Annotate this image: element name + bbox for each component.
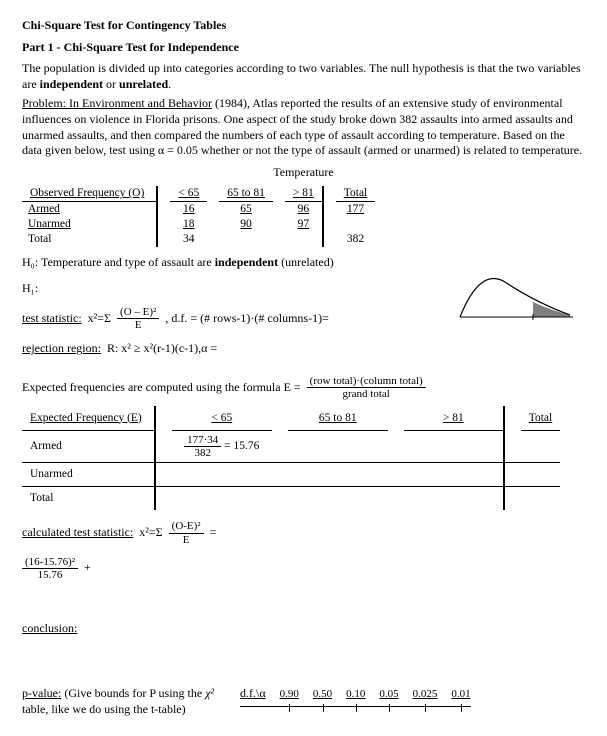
total-total: 382: [336, 232, 375, 247]
exp-armed-frac: 177·34 382: [184, 434, 221, 459]
pvalue-axis-block: d.f.\α 0.90 0.50 0.10 0.05 0.025 0.01: [240, 686, 471, 707]
exp-formula-frac: (row total)·(column total) grand total: [307, 375, 426, 400]
rej-text: R: x² ≥ x²(r-1)(c-1),α =: [107, 341, 217, 357]
col-gt81: > 81: [285, 186, 323, 201]
ea-val: = 15.76: [224, 440, 259, 452]
rejection-region-line: rejection region: R: x² ≥ x²(r-1)(c-1),α…: [22, 341, 585, 357]
c-num: (O-E)²: [169, 520, 204, 533]
calc-label: calculated test statistic:: [22, 525, 133, 541]
rej-label: rejection region:: [22, 341, 101, 357]
intro-paragraph: The population is divided up into catego…: [22, 61, 585, 92]
temperature-heading: Temperature: [22, 165, 585, 181]
ea-den: 382: [191, 447, 214, 459]
exp-col-lt65: < 65: [172, 406, 272, 430]
unarmed-total: [336, 217, 375, 232]
conclusion-label: conclusion:: [22, 621, 585, 637]
armed-c1: 16: [170, 202, 207, 217]
obs-header: Observed Frequency (O): [22, 186, 157, 201]
df-text: , d.f. = (# rows-1)·(# columns-1)=: [165, 311, 329, 327]
intro-mid: or: [103, 77, 119, 91]
c-den: E: [180, 534, 193, 546]
test-stat-label: test statistic:: [22, 311, 82, 327]
chi-square-curve: [455, 262, 575, 327]
doc-title: Chi-Square Test for Contingency Tables: [22, 18, 585, 34]
total-c1: 34: [170, 232, 207, 247]
total-c3: [285, 232, 323, 247]
exp-row-total: Total: [22, 486, 155, 510]
chi-symbol: χ²: [205, 686, 214, 700]
col-lt65: < 65: [170, 186, 207, 201]
ea-num: 177·34: [184, 434, 221, 447]
test-statistic-line: test statistic: x²=Σ (O – E)² E , d.f. =…: [22, 306, 455, 331]
row-armed: Armed: [22, 202, 157, 217]
h0-text: Temperature and type of assault are: [38, 255, 215, 269]
calc-pre: x²=Σ: [139, 525, 162, 541]
pvalue-text2: table, like we do using the t-table): [22, 702, 186, 716]
pvalue-text-block: p-value: (Give bounds for P using the χ²…: [22, 686, 222, 717]
expected-formula-line: Expected frequencies are computed using …: [22, 375, 585, 400]
row-unarmed: Unarmed: [22, 217, 157, 232]
unarmed-c2: 90: [219, 217, 273, 232]
doc-part: Part 1 - Chi-Square Test for Independenc…: [22, 40, 585, 56]
observed-frequency-table: Observed Frequency (O) < 65 65 to 81 > 8…: [22, 186, 375, 247]
expected-frequency-table: Expected Frequency (E) < 65 65 to 81 > 8…: [22, 406, 560, 510]
ct-num: (16-15.76)²: [22, 556, 78, 569]
test-stat-frac: (O – E)² E: [117, 306, 159, 331]
exp-col-65to81: 65 to 81: [288, 406, 388, 430]
calculated-test-stat-line: calculated test statistic: x²=Σ (O-E)² E…: [22, 520, 585, 545]
calc-term-line: (16-15.76)² 15.76 +: [22, 556, 585, 581]
exp-row-unarmed: Unarmed: [22, 462, 155, 486]
unarmed-c3: 97: [285, 217, 323, 232]
ct-den: 15.76: [35, 569, 66, 581]
observed-table-wrap: Observed Frequency (O) < 65 65 to 81 > 8…: [22, 186, 585, 247]
col-65to81: 65 to 81: [219, 186, 273, 201]
armed-c3: 96: [285, 202, 323, 217]
expected-table-wrap: Expected Frequency (E) < 65 65 to 81 > 8…: [22, 406, 585, 510]
problem-label: Problem:: [22, 96, 66, 110]
armed-total: 177: [336, 202, 375, 217]
problem-paragraph: Problem: In Environment and Behavior (19…: [22, 96, 585, 158]
exp-armed-c1: 177·34 382 = 15.76: [172, 430, 272, 462]
ts-den: E: [132, 319, 145, 331]
calc-term-frac: (16-15.76)² 15.76: [22, 556, 78, 581]
pvalue-label: p-value:: [22, 686, 61, 700]
pvalue-row: p-value: (Give bounds for P using the χ²…: [22, 686, 585, 717]
unarmed-c1: 18: [170, 217, 207, 232]
calc-frac: (O-E)² E: [169, 520, 204, 545]
intro-end: .: [168, 77, 171, 91]
h0-bold: independent: [215, 255, 278, 269]
h0-end: (unrelated): [278, 255, 334, 269]
pvalue-text: (Give bounds for P using the: [61, 686, 205, 700]
calc-plus: +: [84, 560, 91, 576]
intro-bold2: unrelated: [119, 77, 168, 91]
exp-col-total: Total: [521, 406, 560, 430]
ts-num: (O – E)²: [117, 306, 159, 319]
problem-source: In Environment and Behavior: [66, 96, 212, 110]
exp-formula-text: Expected frequencies are computed using …: [22, 380, 301, 396]
h0-label: H₀:: [22, 255, 38, 269]
calc-eq: =: [210, 525, 217, 541]
col-total: Total: [336, 186, 375, 201]
test-stat-pre: x²=Σ: [88, 311, 111, 327]
row-total: Total: [22, 232, 157, 247]
intro-bold1: independent: [40, 77, 103, 91]
exp-col-gt81: > 81: [404, 406, 504, 430]
ef-den: grand total: [340, 388, 393, 400]
ef-num: (row total)·(column total): [307, 375, 426, 388]
exp-header: Expected Frequency (E): [22, 406, 155, 430]
total-c2: [219, 232, 273, 247]
exp-row-armed: Armed: [22, 430, 155, 462]
armed-c2: 65: [219, 202, 273, 217]
